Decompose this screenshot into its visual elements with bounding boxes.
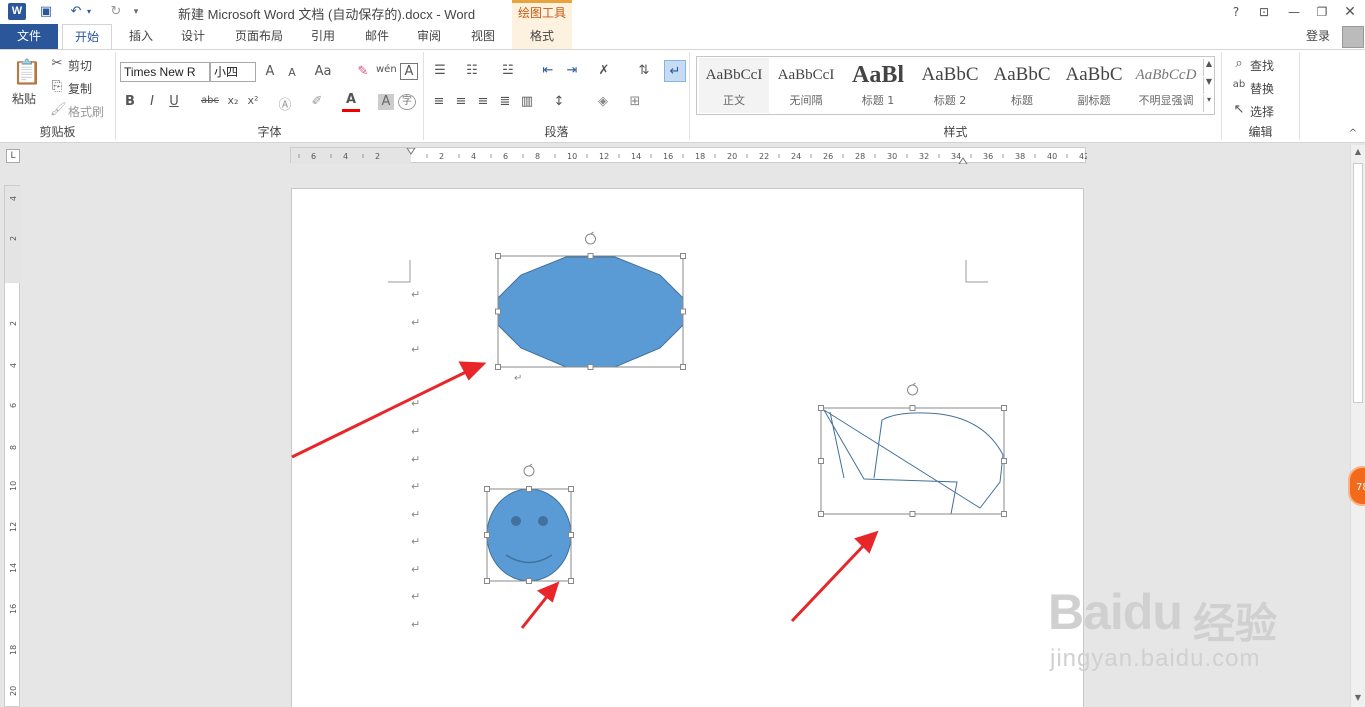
smiley-left-eye	[511, 516, 521, 526]
red-arrow-2	[520, 593, 551, 629]
freeform-selection-box	[820, 407, 1005, 515]
freeform-handles[interactable]	[818, 405, 1007, 517]
watermark-suffix: 经验	[1193, 600, 1278, 647]
margin-corner-left	[388, 260, 411, 283]
red-arrow-3	[790, 541, 868, 623]
red-arrow-2-head	[536, 581, 560, 603]
margin-corner-right	[965, 260, 988, 283]
word-window: W ▣ ↶ ▾ ↻ ▾ 新建 Microsoft Word 文档 (自动保存的)…	[0, 0, 1365, 707]
anchor-mark: ↵	[514, 373, 522, 384]
scroll-up-icon[interactable]: ▲	[1352, 147, 1364, 159]
floating-badge[interactable]: 78	[1348, 466, 1365, 506]
scrollbar-thumb[interactable]	[1353, 163, 1363, 403]
freeform-shape[interactable]	[823, 409, 1004, 515]
red-arrow-1	[291, 369, 469, 459]
watermark-url: jingyan.baidu.com	[1050, 645, 1261, 672]
baidu-jingyan-watermark: Baidu 经验 jingyan.baidu.com	[1048, 575, 1358, 675]
smiley-right-eye	[538, 516, 548, 526]
watermark-logo: Baidu	[1048, 584, 1183, 640]
smiley-rotate-icon[interactable]	[523, 463, 535, 477]
red-arrow-1-head	[458, 361, 487, 381]
dodecagon-rotate-icon[interactable]	[585, 231, 596, 245]
dodecagon-shape[interactable]	[497, 256, 684, 368]
freeform-rotate-icon[interactable]	[907, 382, 918, 396]
annotation-arrows	[291, 361, 879, 629]
scroll-down-icon[interactable]: ▼	[1352, 693, 1364, 705]
smiley-face-shape[interactable]	[486, 488, 572, 582]
